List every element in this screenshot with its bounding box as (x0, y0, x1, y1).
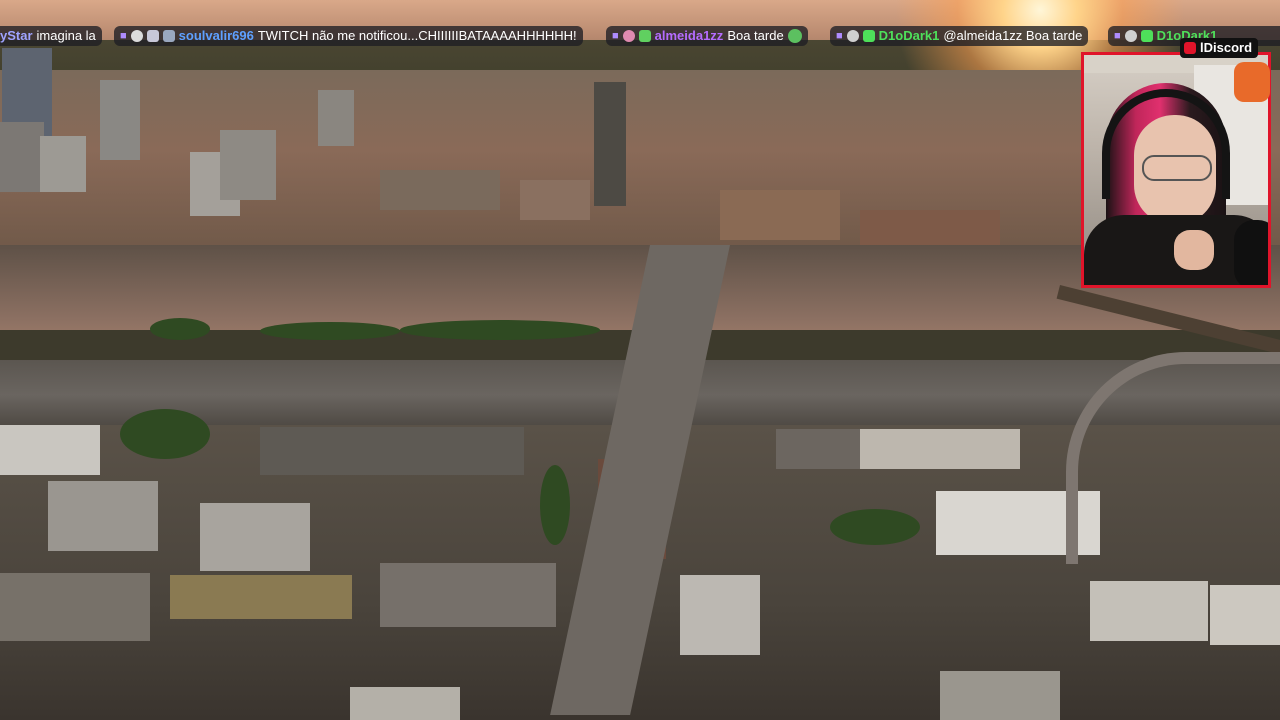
plush-toy (1234, 62, 1270, 102)
emote-icon (787, 29, 802, 43)
user-badge-icon (846, 30, 859, 42)
discord-icon (1184, 42, 1196, 54)
twitch-icon: ■ (120, 30, 127, 42)
chat-text: TWITCH não me notificou...CHIIIIIIBATAAA… (257, 28, 577, 43)
crown-badge-icon (146, 30, 159, 42)
chat-message: ■ soulvalir696 TWITCH não me notificou..… (114, 26, 583, 46)
check-badge-icon (1140, 30, 1153, 42)
chat-message: yStar imagina la (0, 26, 102, 46)
chat-message: ■ almeida1zz Boa tarde (606, 26, 808, 46)
chat-username: almeida1zz (654, 28, 724, 43)
check-badge-icon (862, 30, 875, 42)
discord-text: lDiscord (1200, 40, 1253, 55)
chat-text: imagina la (36, 28, 96, 43)
discord-label: lDiscord (1180, 38, 1259, 58)
chat-message: ■ D1oDark1 @almeida1zz Boa tarde (830, 26, 1089, 46)
chat-username: soulvalir696 (178, 28, 254, 43)
twitch-icon: ■ (612, 30, 619, 42)
microphone-icon (1234, 220, 1268, 285)
user-badge-icon (1124, 30, 1137, 42)
chat-text: @almeida1zz Boa tarde (943, 28, 1083, 43)
user-badge-icon (622, 30, 635, 42)
chat-text: Boa tarde (727, 28, 784, 43)
chat-username: D1oDark1 (878, 28, 940, 43)
robot-badge-icon (162, 30, 175, 42)
chat-username: yStar (0, 28, 33, 43)
user-badge-icon (130, 30, 143, 42)
twitch-icon: ■ (1114, 30, 1121, 42)
twitch-icon: ■ (836, 30, 843, 42)
chat-ticker: yStar imagina la ■ soulvalir696 TWITCH n… (0, 26, 1280, 46)
sub-badge-icon (638, 30, 651, 42)
